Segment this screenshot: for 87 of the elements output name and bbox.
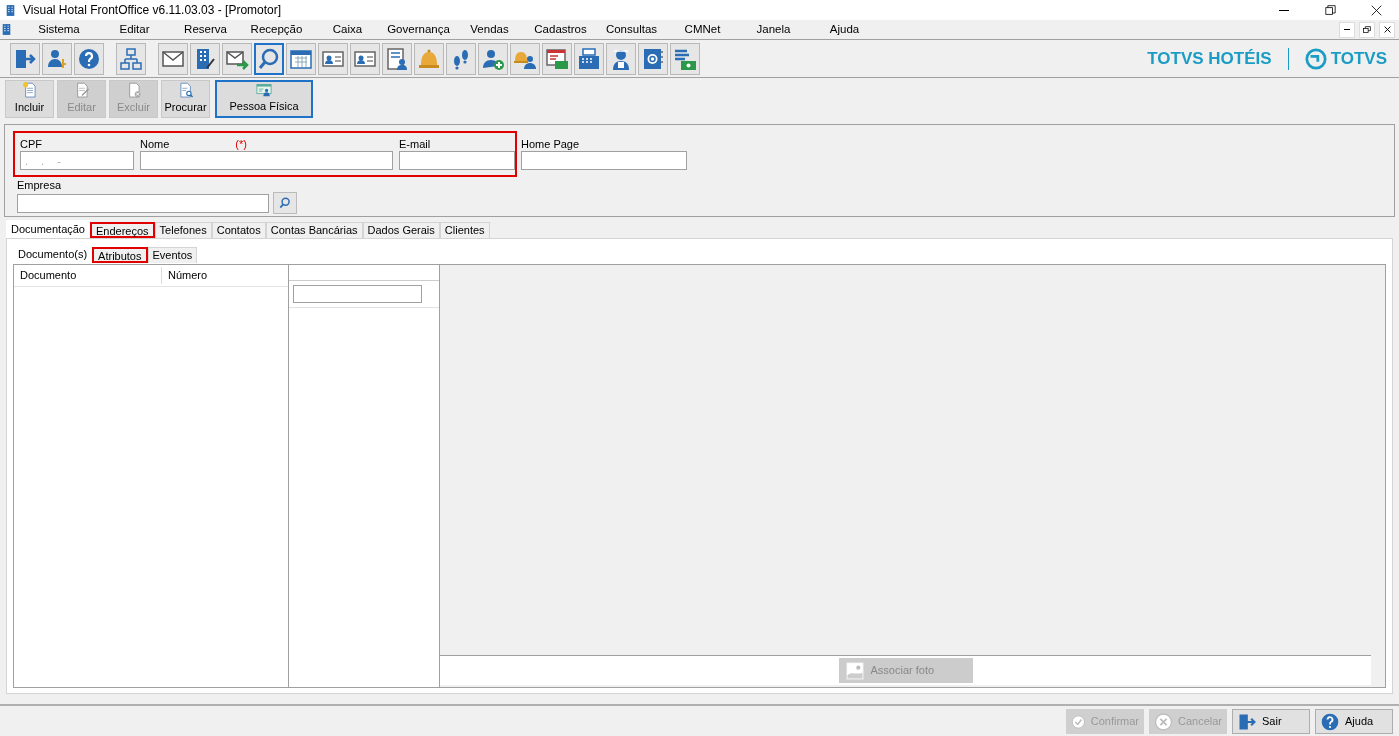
logo-text: TOTVS <box>1330 47 1387 70</box>
menu-item[interactable]: Cadastros <box>525 20 596 39</box>
toolbar-button[interactable] <box>318 42 348 75</box>
tab[interactable]: Documentação <box>6 220 90 238</box>
close-icon <box>1370 4 1382 16</box>
menu-item[interactable]: Vendas <box>454 20 525 39</box>
toolbar-button[interactable] <box>222 42 252 75</box>
diagram-icon <box>119 46 143 71</box>
menu-item[interactable]: Reserva <box>170 20 241 39</box>
action-button[interactable]: Procurar <box>161 80 210 118</box>
tab[interactable]: Telefones <box>154 222 212 238</box>
cash-register-icon <box>577 46 601 71</box>
toolbar-button[interactable] <box>116 42 146 75</box>
footer-button[interactable]: Sair <box>1232 709 1310 734</box>
company-field[interactable] <box>17 193 269 213</box>
menu-item[interactable]: Ajuda <box>809 20 880 39</box>
field-label: CPF <box>20 137 42 151</box>
toolbar-button[interactable] <box>286 42 316 75</box>
text-field[interactable] <box>140 151 393 170</box>
search-icon <box>257 46 281 71</box>
window-title: Visual Hotal FrontOffice v6.11.03.03 - [Promotor] <box>23 2 282 19</box>
restore-icon <box>1363 26 1371 33</box>
search-button[interactable] <box>273 192 297 214</box>
tab[interactable]: Dados Gerais <box>362 222 440 238</box>
person-card-icon <box>253 82 275 98</box>
toolbar-button[interactable] <box>510 42 540 75</box>
toolbar-button[interactable] <box>42 42 72 75</box>
tab[interactable]: Endereços <box>90 222 155 238</box>
menu-item[interactable]: Recepção <box>241 20 312 39</box>
app-icon <box>0 22 13 37</box>
footer-button[interactable]: Ajuda <box>1315 709 1393 734</box>
tab[interactable]: Contatos <box>211 222 266 238</box>
menu-item[interactable]: Sistema <box>19 20 99 39</box>
menu-item[interactable]: Caixa <box>312 20 383 39</box>
menu-item[interactable]: Consultas <box>596 20 667 39</box>
document-user-icon <box>385 46 409 71</box>
close-icon <box>1383 26 1391 33</box>
toolbar-button[interactable] <box>414 42 444 75</box>
search-icon <box>278 196 292 210</box>
toolbar-button[interactable] <box>670 42 700 75</box>
toolbar-button[interactable] <box>10 42 40 75</box>
toolbar-button[interactable] <box>190 42 220 75</box>
toolbar-button[interactable] <box>158 42 188 75</box>
minimize-icon <box>1344 29 1350 30</box>
help-icon <box>77 46 101 71</box>
action-button[interactable]: Pessoa Física <box>215 80 313 118</box>
tab[interactable]: Eventos <box>147 247 198 263</box>
required-mark: (*) <box>235 137 247 151</box>
toolbar-button[interactable] <box>606 42 636 75</box>
toolbar-button[interactable] <box>574 42 604 75</box>
restore-icon <box>1324 5 1336 15</box>
tab[interactable]: Contas Bancárias <box>265 222 363 238</box>
new-document-icon <box>20 81 39 99</box>
menu-item[interactable]: Janela <box>738 20 809 39</box>
field-label: Empresa <box>17 178 63 192</box>
document-close-button[interactable] <box>1379 21 1395 38</box>
menu-item[interactable]: CMNet <box>667 20 738 39</box>
toolbar-button[interactable] <box>638 42 668 75</box>
column-header[interactable]: Documento <box>14 267 162 284</box>
tab[interactable]: Clientes <box>439 222 490 238</box>
action-button[interactable]: Incluir <box>5 80 54 118</box>
toolbar-button[interactable] <box>382 42 412 75</box>
toolbar-button[interactable] <box>542 42 572 75</box>
tab[interactable]: Atributos <box>92 247 148 263</box>
text-field[interactable] <box>293 285 422 303</box>
cancel-icon <box>1154 711 1173 732</box>
menu-item[interactable]: Governança <box>383 20 454 39</box>
text-field[interactable] <box>399 151 515 170</box>
text-field[interactable] <box>521 151 687 170</box>
logo-icon <box>1304 47 1327 70</box>
column-header[interactable]: Número <box>162 267 208 284</box>
document-restore-button[interactable] <box>1359 21 1375 38</box>
toolbar-button[interactable] <box>350 42 380 75</box>
field-label: Nome <box>140 137 170 151</box>
window-money-icon <box>545 46 569 71</box>
menu-item[interactable]: Editar <box>99 20 170 39</box>
help-icon <box>1320 711 1340 732</box>
image-icon <box>844 660 865 681</box>
field-label: Home Page <box>521 137 580 151</box>
field-label: E-mail <box>399 137 431 151</box>
toolbar-button[interactable] <box>478 42 508 75</box>
minimize-icon <box>1279 9 1289 11</box>
toolbar-button[interactable] <box>74 42 104 75</box>
toolbar-button[interactable] <box>254 42 284 75</box>
brand-name: TOTVS HOTÉIS <box>1147 47 1272 70</box>
toolbar-button[interactable] <box>446 42 476 75</box>
address-book-icon <box>641 46 665 71</box>
